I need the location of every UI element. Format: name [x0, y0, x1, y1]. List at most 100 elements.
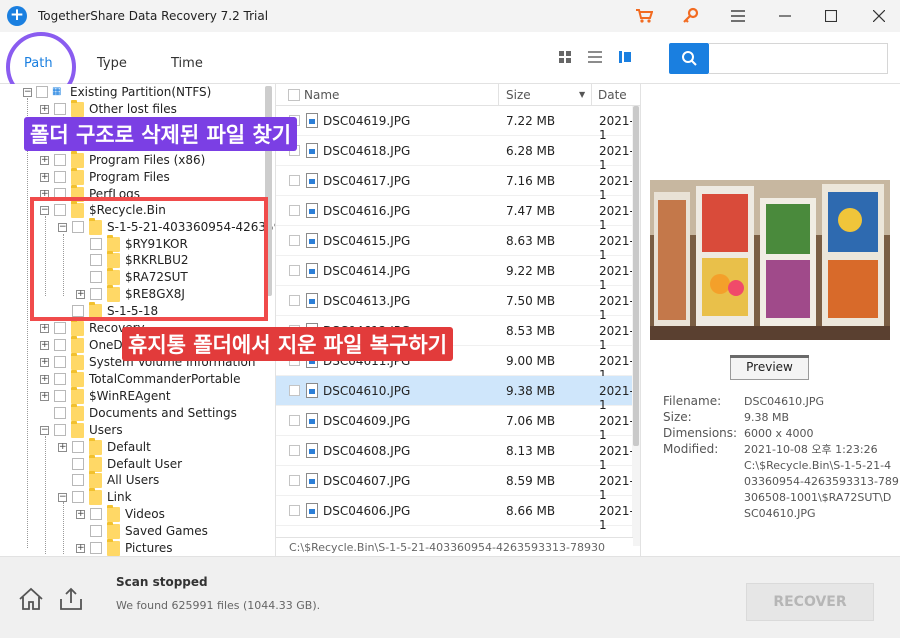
tree-item-program-files-x86[interactable]: + Program Files (x86) — [0, 151, 270, 169]
select-all-checkbox[interactable] — [288, 89, 300, 101]
menu-icon[interactable] — [725, 4, 751, 28]
tree-item-totalcommander[interactable]: + TotalCommanderPortable — [0, 370, 270, 388]
export-icon[interactable] — [58, 587, 84, 614]
tree-checkbox[interactable] — [54, 322, 66, 334]
meta-modified-line: 03360954-4263593313-789 — [744, 475, 899, 488]
recycle-bin-caption: 휴지통 폴더에서 지운 파일 복구하기 — [122, 327, 454, 361]
recover-button[interactable]: RECOVER — [746, 583, 874, 621]
tree-checkbox[interactable] — [54, 373, 66, 385]
file-row[interactable]: DSC04618.JPG 6.28 MB 2021-1 — [276, 136, 634, 172]
tree-checkbox[interactable] — [72, 458, 84, 470]
tree-item-all-users[interactable]: All Users — [0, 471, 270, 489]
close-icon[interactable] — [866, 4, 892, 28]
file-row[interactable]: DSC04616.JPG 7.47 MB 2021-1 — [276, 196, 634, 232]
search-input[interactable] — [709, 43, 888, 74]
cart-icon[interactable] — [631, 4, 657, 28]
file-row[interactable]: DSC04610.JPG 9.38 MB 2021-1 — [276, 376, 634, 412]
tree-item-saved-games[interactable]: Saved Games — [0, 522, 270, 540]
tree-item-existing-partition[interactable]: − ▦ Existing Partition(NTFS) — [0, 84, 270, 101]
expand-icon[interactable]: + — [40, 173, 49, 182]
sort-desc-icon[interactable]: ▼ — [579, 90, 585, 99]
column-name[interactable]: Name — [304, 88, 339, 102]
expand-icon[interactable]: + — [40, 375, 49, 384]
file-row[interactable]: DSC04615.JPG 8.63 MB 2021-1 — [276, 226, 634, 262]
file-checkbox[interactable] — [289, 415, 300, 426]
grid-view-icon[interactable] — [558, 50, 576, 68]
tree-checkbox[interactable] — [54, 103, 66, 115]
list-scrollbar[interactable] — [632, 106, 640, 546]
file-row[interactable]: DSC04609.JPG 7.06 MB 2021-1 — [276, 406, 634, 442]
column-size[interactable]: Size — [506, 88, 531, 102]
file-checkbox[interactable] — [289, 265, 300, 276]
collapse-icon[interactable]: − — [40, 426, 49, 435]
file-size: 7.22 MB — [506, 114, 556, 128]
file-checkbox[interactable] — [289, 505, 300, 516]
tree-item-link[interactable]: − Link — [0, 488, 270, 506]
minimize-icon[interactable] — [772, 4, 798, 28]
tree-checkbox[interactable] — [90, 542, 102, 554]
file-checkbox[interactable] — [289, 235, 300, 246]
tree-checkbox[interactable] — [54, 339, 66, 351]
tab-time[interactable]: Time — [171, 56, 203, 71]
tree-checkbox[interactable] — [54, 171, 66, 183]
key-icon[interactable] — [678, 4, 704, 28]
tree-checkbox[interactable] — [72, 474, 84, 486]
expand-icon[interactable]: + — [58, 443, 67, 452]
expand-icon[interactable]: + — [40, 105, 49, 114]
expand-icon[interactable]: + — [40, 392, 49, 401]
tree-item-pictures[interactable]: + Pictures — [0, 539, 270, 556]
tree-checkbox[interactable] — [90, 525, 102, 537]
file-row[interactable]: DSC04617.JPG 7.16 MB 2021-1 — [276, 166, 634, 202]
tree-item-videos[interactable]: + Videos — [0, 505, 270, 523]
file-row[interactable]: DSC04607.JPG 8.59 MB 2021-1 — [276, 466, 634, 502]
tree-checkbox[interactable] — [54, 407, 66, 419]
tree-checkbox[interactable] — [72, 441, 84, 453]
list-scrollbar-thumb[interactable] — [633, 106, 639, 446]
file-checkbox[interactable] — [289, 175, 300, 186]
tree-item-users[interactable]: − Users — [0, 421, 270, 439]
tree-checkbox[interactable] — [54, 154, 66, 166]
expand-icon[interactable]: + — [40, 156, 49, 165]
expand-icon[interactable]: + — [40, 324, 49, 333]
file-row[interactable]: DSC04614.JPG 9.22 MB 2021-1 — [276, 256, 634, 292]
tree-item-documents-and-settings[interactable]: Documents and Settings — [0, 404, 270, 422]
tree-checkbox[interactable] — [54, 424, 66, 436]
tree-item-winreagent[interactable]: + $WinREAgent — [0, 387, 270, 405]
column-date[interactable]: Date — [598, 88, 627, 102]
current-path: C:\$Recycle.Bin\S-1-5-21-403360954-42635… — [289, 541, 605, 554]
tree-item-program-files[interactable]: + Program Files — [0, 168, 270, 186]
tree-checkbox[interactable] — [54, 356, 66, 368]
detail-view-icon[interactable] — [618, 50, 636, 68]
home-icon[interactable] — [18, 587, 44, 614]
tree-checkbox[interactable] — [72, 491, 84, 503]
file-checkbox[interactable] — [289, 205, 300, 216]
expand-icon[interactable]: + — [40, 341, 49, 350]
file-checkbox[interactable] — [289, 295, 300, 306]
tree-item-default[interactable]: + Default — [0, 438, 270, 456]
collapse-icon[interactable]: − — [58, 493, 67, 502]
file-row[interactable]: DSC04608.JPG 8.13 MB 2021-1 — [276, 436, 634, 472]
preview-image — [650, 180, 890, 340]
expand-icon[interactable]: + — [76, 544, 85, 553]
file-checkbox[interactable] — [289, 385, 300, 396]
tab-type[interactable]: Type — [97, 56, 127, 71]
expand-icon[interactable]: + — [40, 358, 49, 367]
list-view-icon[interactable] — [588, 50, 606, 68]
folder-icon — [89, 471, 102, 488]
tree-item-other-lost-files[interactable]: + Other lost files — [0, 100, 270, 118]
tree-checkbox[interactable] — [36, 86, 48, 98]
file-name: DSC04619.JPG — [323, 114, 411, 128]
search-button[interactable] — [669, 43, 709, 74]
tree-checkbox[interactable] — [54, 390, 66, 402]
file-checkbox[interactable] — [289, 475, 300, 486]
expand-icon[interactable]: + — [76, 510, 85, 519]
file-row[interactable]: DSC04606.JPG 8.66 MB 2021-1 — [276, 496, 634, 532]
maximize-icon[interactable] — [818, 4, 844, 28]
tree-checkbox[interactable] — [90, 508, 102, 520]
collapse-icon[interactable]: − — [23, 88, 32, 97]
preview-button[interactable]: Preview — [730, 355, 809, 380]
tree-item-default-user[interactable]: Default User — [0, 455, 270, 473]
file-row[interactable]: DSC04619.JPG 7.22 MB 2021-1 — [276, 106, 634, 142]
file-row[interactable]: DSC04613.JPG 7.50 MB 2021-1 — [276, 286, 634, 322]
file-checkbox[interactable] — [289, 445, 300, 456]
